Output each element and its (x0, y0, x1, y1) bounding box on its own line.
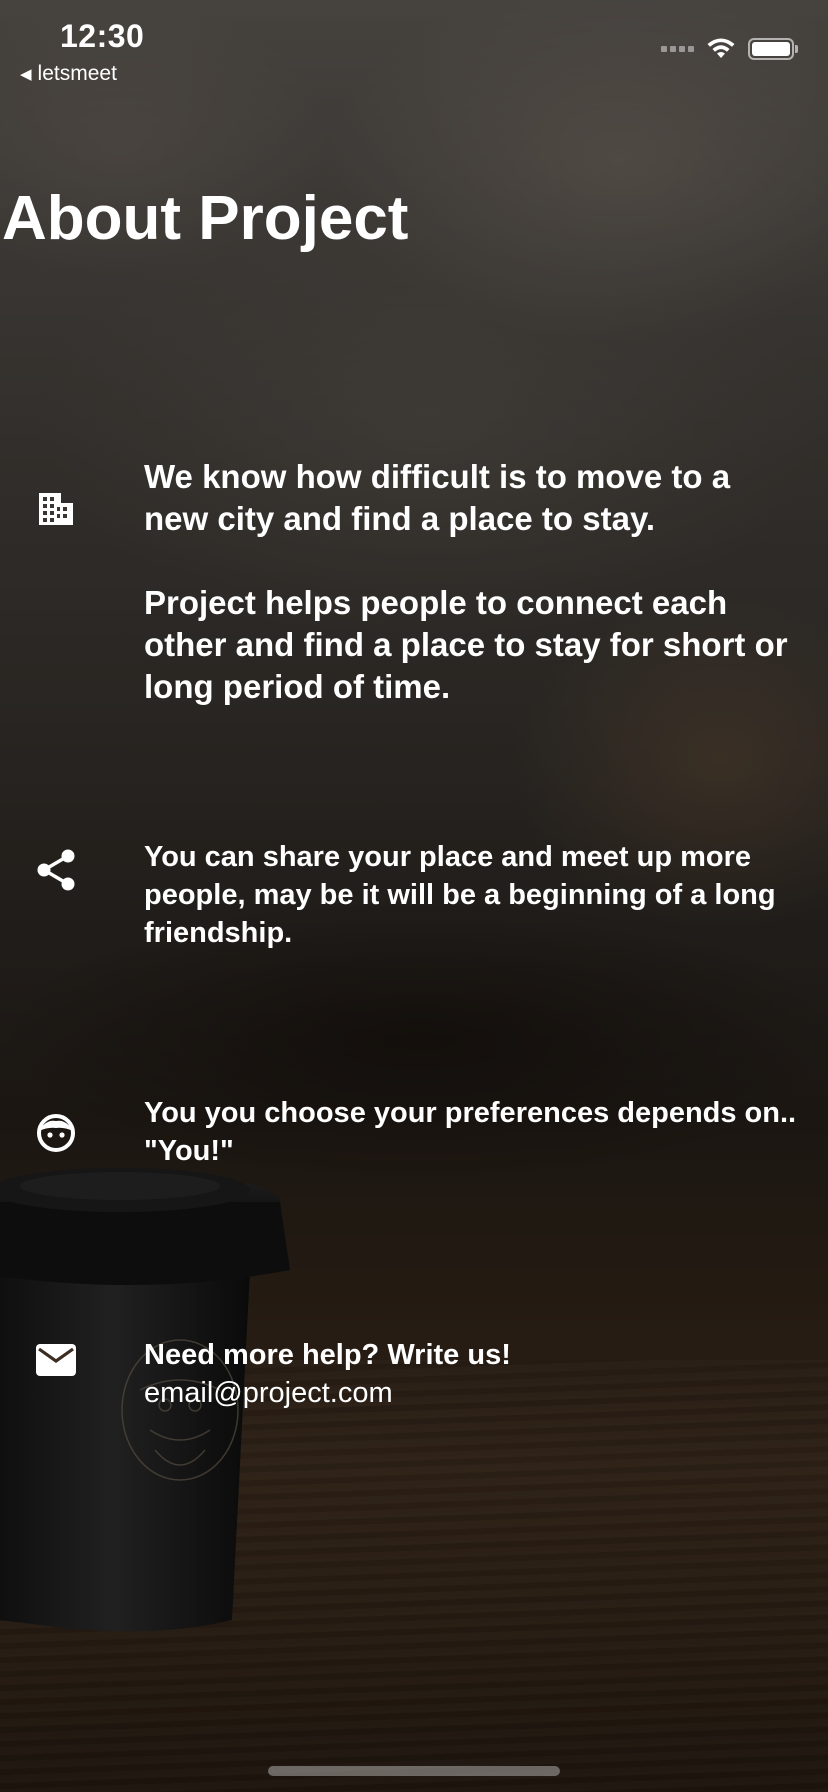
back-arrow-icon: ◀ (20, 66, 32, 83)
about-screen: 12:30 ◀ letsmeet About Project We know h… (0, 0, 828, 1792)
mail-icon (34, 1338, 78, 1382)
email-link[interactable]: email@project.com (144, 1374, 798, 1412)
wifi-icon (707, 38, 735, 58)
back-to-app-link[interactable]: ◀ letsmeet (20, 62, 117, 86)
cellular-signal-icon (661, 46, 694, 52)
intro-paragraph-1: We know how difficult is to move to a ne… (144, 458, 731, 537)
share-icon (34, 848, 78, 892)
status-icons (661, 38, 798, 60)
help-heading: Need more help? Write us! (144, 1339, 511, 1371)
intro-paragraph-2: Project helps people to connect each oth… (144, 584, 788, 705)
face-icon (34, 1111, 78, 1155)
back-app-label: letsmeet (37, 62, 117, 85)
building-icon (34, 486, 78, 530)
share-text: You can share your place and meet up mor… (144, 841, 776, 949)
battery-icon (748, 38, 798, 60)
home-indicator[interactable] (268, 1766, 560, 1776)
page-title: About Project (2, 184, 409, 253)
intro-text: We know how difficult is to move to a ne… (144, 456, 798, 708)
status-time: 12:30 (60, 18, 145, 54)
preferences-text: You you choose your preferences depends … (144, 1097, 797, 1167)
status-bar: 12:30 ◀ letsmeet (0, 0, 828, 96)
contact-text: Need more help? Write us! email@project.… (144, 1336, 798, 1412)
